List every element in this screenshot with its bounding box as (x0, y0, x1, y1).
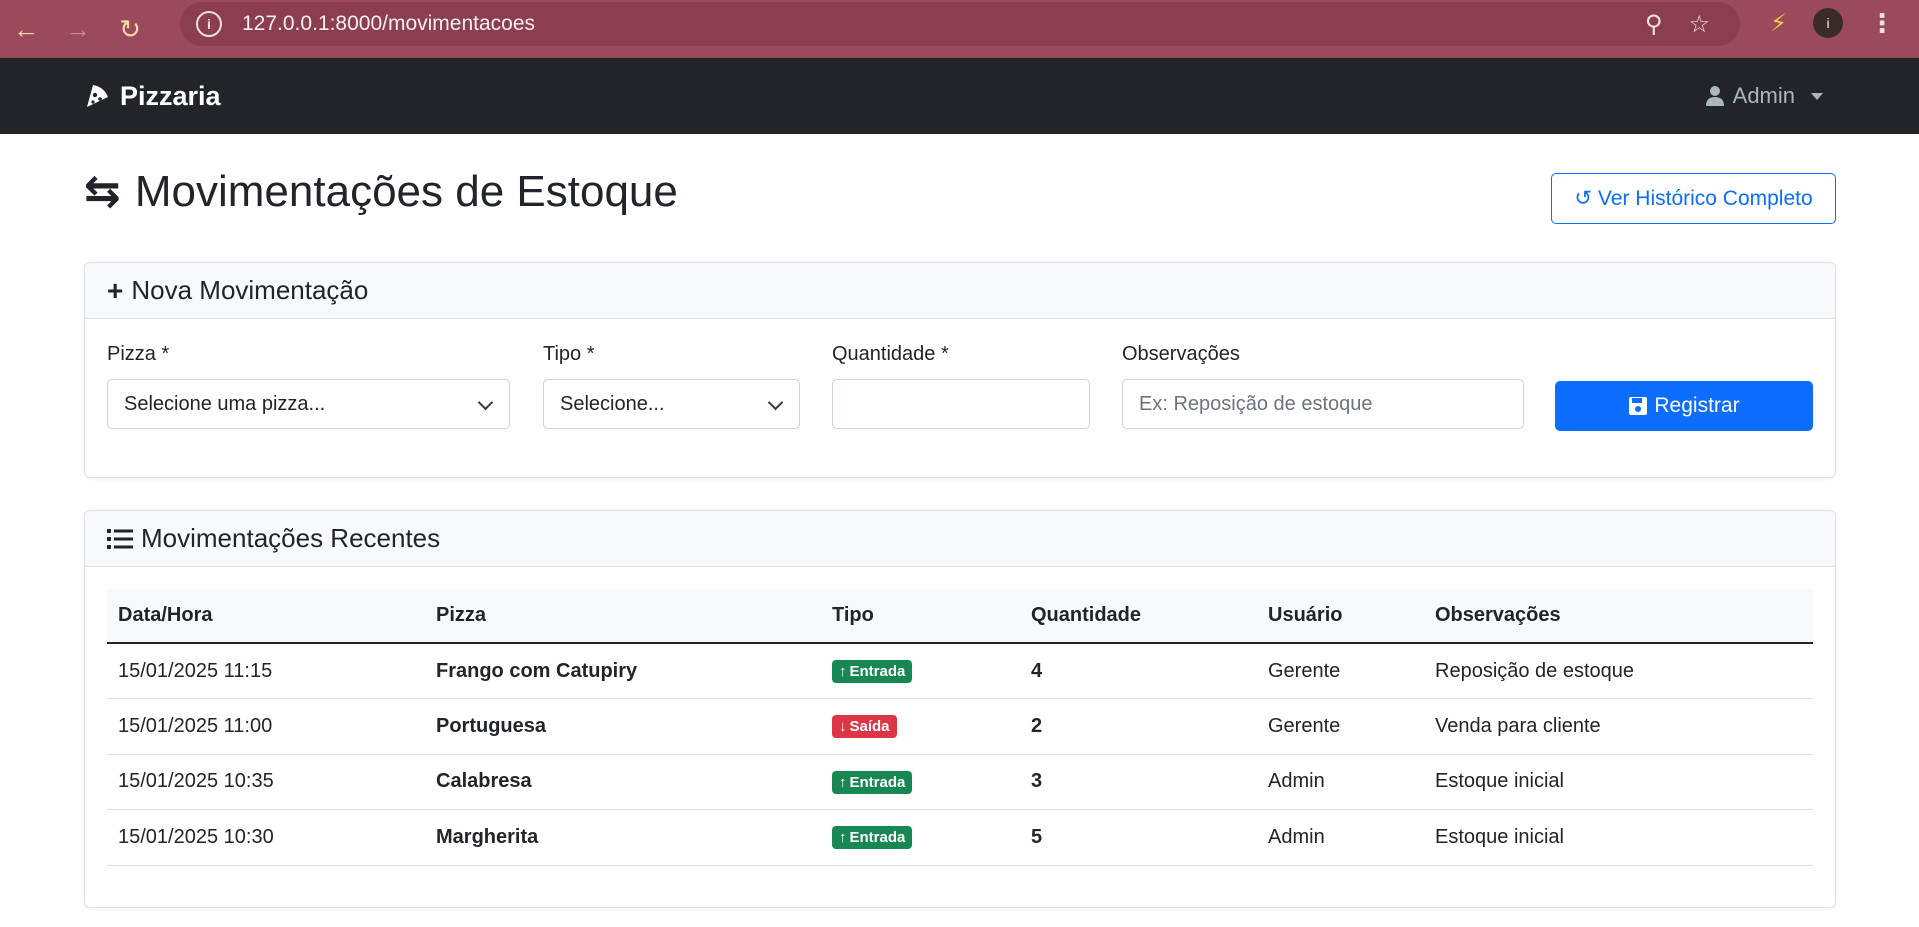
chevron-down-icon (767, 394, 784, 411)
pizza-label: Pizza * (107, 343, 170, 365)
site-info-icon[interactable]: i (196, 11, 222, 37)
cell-pizza: Calabresa (436, 770, 532, 793)
pizza-slice-icon (87, 85, 108, 107)
tipo-select[interactable]: Selecione... (543, 379, 800, 429)
new-movement-title: Nova Movimentação (131, 275, 369, 305)
register-button-label: Registrar (1654, 394, 1740, 417)
movements-table: Data/Hora Pizza Tipo Quantidade Usuário … (107, 589, 1813, 866)
tipo-label: Tipo * (543, 343, 595, 365)
cell-observacoes: Estoque inicial (1435, 825, 1564, 848)
back-icon[interactable]: ← (0, 7, 52, 51)
cell-observacoes: Reposição de estoque (1435, 659, 1635, 682)
history-icon: ↺ (1574, 187, 1592, 210)
cell-usuario: Gerente (1268, 659, 1341, 682)
arrow-down-icon: ↓ (839, 718, 847, 736)
cell-quantidade: 3 (1031, 770, 1043, 793)
forward-icon[interactable]: → (52, 7, 104, 51)
page-title-text: Movimentações de Estoque (134, 166, 678, 216)
caret-down-icon (1811, 92, 1823, 100)
cell-usuario: Admin (1268, 825, 1325, 848)
history-button-label: Ver Histórico Completo (1597, 186, 1813, 210)
plus-icon: + (107, 274, 124, 306)
new-movement-card: + Nova Movimentação Pizza * Selecione um… (84, 262, 1836, 478)
arrow-up-icon: ↑ (839, 773, 847, 791)
app-navbar: Pizzaria Admin (0, 58, 1919, 134)
cell-quantidade: 5 (1031, 825, 1043, 848)
entrada-badge: ↑ Entrada (832, 826, 913, 850)
chevron-down-icon (477, 394, 494, 411)
cell-usuario: Admin (1268, 770, 1325, 793)
saida-badge: ↓ Saída (832, 715, 897, 739)
badge-label: Entrada (849, 663, 906, 680)
user-icon (1705, 86, 1724, 106)
cell-datetime: 15/01/2025 10:35 (118, 770, 274, 793)
cell-pizza: Frango com Catupiry (436, 659, 638, 682)
col-datetime: Data/Hora (118, 604, 213, 626)
col-pizza: Pizza (436, 604, 487, 626)
arrow-up-icon: ↑ (839, 663, 847, 680)
extension-icon[interactable]: ⚡ (1770, 9, 1787, 38)
exchange-arrows-icon: ⇆ (84, 167, 121, 216)
address-bar[interactable]: i 127.0.0.1:8000/movimentacoes ⚲ ☆ (180, 2, 1740, 46)
cell-observacoes: Estoque inicial (1435, 770, 1564, 793)
arrow-up-icon: ↑ (839, 829, 847, 847)
bookmark-star-icon[interactable]: ☆ (1688, 10, 1710, 39)
list-icon (107, 528, 133, 549)
observacoes-placeholder: Ex: Reposição de estoque (1139, 392, 1373, 415)
badge-label: Entrada (849, 773, 906, 791)
pizza-select-value: Selecione uma pizza... (124, 392, 326, 415)
register-button[interactable]: Registrar (1555, 381, 1813, 431)
new-movement-header: + Nova Movimentação (85, 263, 1835, 319)
page-title: ⇆ Movimentações de Estoque (84, 166, 678, 217)
reload-icon[interactable]: ↻ (104, 7, 156, 51)
entrada-badge: ↑ Entrada (832, 770, 913, 794)
cell-datetime: 15/01/2025 10:30 (118, 825, 274, 848)
table-row: 15/01/2025 11:00 Portuguesa ↓ Saída 2 Ger… (107, 699, 1813, 754)
quantidade-label: Quantidade * (832, 343, 949, 365)
table-row: 15/01/2025 10:30 Margherita ↑ Entrada 5 A… (107, 810, 1813, 865)
save-icon (1629, 397, 1648, 415)
recent-movements-card: Movimentações Recentes Data/Hora Pizza T… (84, 510, 1836, 908)
browser-menu-icon[interactable]: ⋮ (1869, 8, 1895, 39)
cell-datetime: 15/01/2025 11:00 (118, 714, 273, 737)
cell-observacoes: Venda para cliente (1435, 714, 1601, 737)
col-usuario: Usuário (1268, 604, 1343, 626)
browser-toolbar: ← → ↻ i 127.0.0.1:8000/movimentacoes ⚲ ☆… (0, 0, 1919, 58)
recent-movements-title: Movimentações Recentes (141, 523, 441, 553)
badge-label: Saída (849, 718, 890, 736)
col-observacoes: Observações (1435, 604, 1561, 626)
cell-quantidade: 2 (1031, 714, 1043, 737)
cell-pizza: Portuguesa (436, 714, 547, 737)
recent-movements-header: Movimentações Recentes (85, 511, 1835, 567)
observacoes-label: Observações (1122, 343, 1240, 365)
col-quantidade: Quantidade (1031, 604, 1142, 626)
zoom-icon[interactable]: ⚲ (1645, 10, 1663, 39)
table-header-row: Data/Hora Pizza Tipo Quantidade Usuário … (107, 589, 1813, 643)
user-dropdown[interactable]: Admin (1705, 83, 1823, 109)
tipo-select-value: Selecione... (560, 392, 665, 415)
brand-name: Pizzaria (120, 80, 221, 111)
entrada-badge: ↑ Entrada (832, 660, 913, 683)
cell-usuario: Gerente (1268, 714, 1341, 737)
col-tipo: Tipo (832, 604, 874, 626)
cell-pizza: Margherita (436, 825, 539, 848)
table-row: 15/01/2025 11:15 Frango com Catupiry ↑ En… (107, 643, 1813, 699)
observacoes-input[interactable]: Ex: Reposição de estoque (1122, 379, 1524, 429)
quantidade-input[interactable] (832, 379, 1090, 429)
cell-quantidade: 4 (1031, 659, 1043, 682)
table-row: 15/01/2025 10:35 Calabresa ↑ Entrada 3 Ad… (107, 754, 1813, 810)
cell-datetime: 15/01/2025 11:15 (118, 659, 273, 682)
user-name: Admin (1732, 83, 1795, 108)
url-text[interactable]: 127.0.0.1:8000/movimentacoes (242, 12, 535, 36)
history-button[interactable]: ↺ Ver Histórico Completo (1551, 173, 1836, 224)
profile-avatar[interactable]: i (1813, 8, 1843, 38)
badge-label: Entrada (849, 829, 906, 847)
brand-link[interactable]: Pizzaria (84, 81, 221, 112)
pizza-select[interactable]: Selecione uma pizza... (107, 379, 510, 429)
